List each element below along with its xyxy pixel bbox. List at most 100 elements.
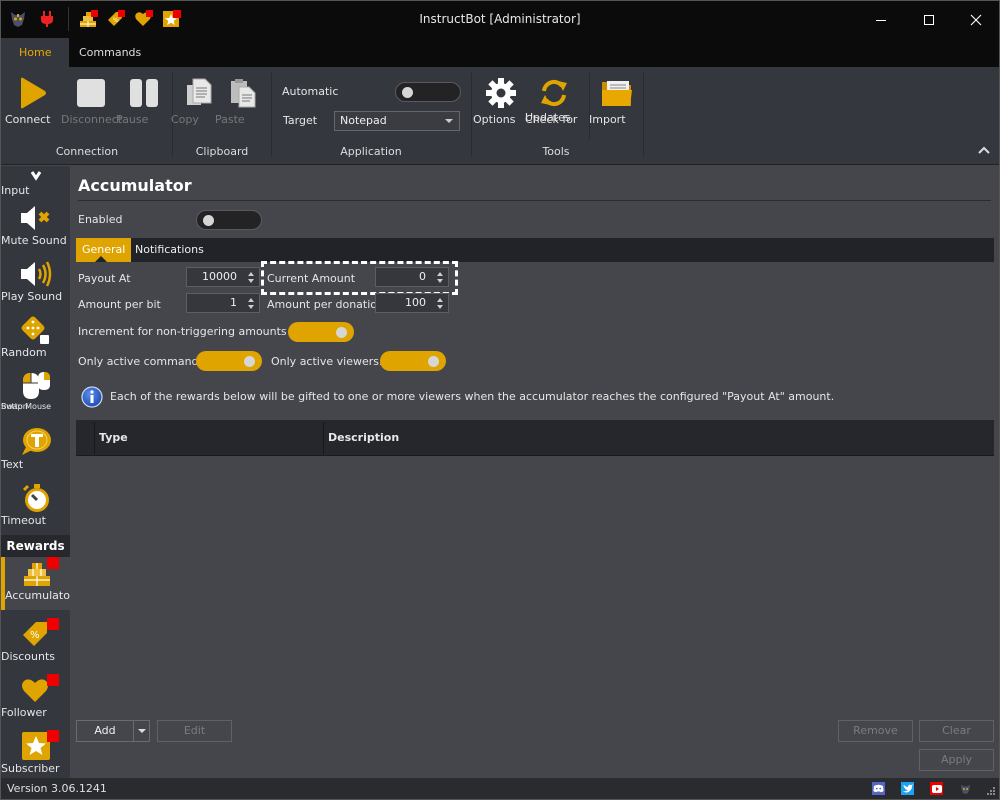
toggle-knob: [244, 355, 255, 367]
window-title: InstructBot [Administrator]: [419, 12, 581, 26]
text-bubble-icon: [21, 428, 51, 455]
sidebar-item-accumulator[interactable]: Accumulator: [1, 557, 70, 610]
increment-non-triggering-label: Increment for non-triggering amounts onl…: [78, 325, 314, 338]
options-button[interactable]: Options: [473, 75, 529, 126]
maximize-button[interactable]: [906, 1, 952, 38]
main-panel: Accumulator Enabled General Notification…: [70, 166, 999, 778]
spin-down-icon[interactable]: [437, 305, 443, 309]
paste-button[interactable]: Paste: [215, 75, 271, 126]
disconnect-button[interactable]: Disconnect: [61, 75, 122, 126]
only-active-viewers-toggle[interactable]: [380, 351, 446, 371]
sidebar-item-timeout[interactable]: Timeout: [1, 482, 70, 527]
sidebar-item-mute-sound[interactable]: Mute Sound: [1, 202, 70, 247]
new-badge: [47, 730, 59, 742]
target-label: Target: [283, 114, 318, 127]
play-sound-icon: [20, 261, 51, 287]
stopwatch-icon: [22, 484, 49, 512]
sidebar-item-random[interactable]: Random: [1, 314, 70, 359]
version-label: Version 3.06.1241: [7, 782, 107, 795]
column-header-type[interactable]: Type: [95, 420, 128, 456]
title-bar: % InstructBot [Administrator]: [1, 1, 999, 38]
spin-down-icon[interactable]: [248, 305, 254, 309]
play-icon: [21, 77, 46, 109]
amount-per-bit-label: Amount per bit: [78, 298, 161, 311]
info-icon: [81, 386, 103, 408]
only-active-viewers-label: Only active viewers.: [271, 355, 383, 368]
toggle-knob: [203, 215, 214, 226]
input-icon: [30, 171, 41, 181]
twitter-icon[interactable]: [901, 782, 914, 795]
payout-at-stepper[interactable]: 10000: [186, 267, 260, 287]
highlight-current-amount: [261, 261, 458, 295]
tab-notifications[interactable]: Notifications: [129, 238, 210, 262]
mute-sound-icon: [20, 206, 49, 230]
sidebar-item-input[interactable]: Input: [1, 166, 70, 197]
chevron-down-icon: [445, 119, 453, 123]
folder-icon: [602, 81, 632, 106]
status-bar: Version 3.06.1241: [1, 778, 999, 799]
stop-icon: [77, 79, 105, 107]
tab-home[interactable]: Home: [1, 38, 70, 67]
title-divider: [78, 200, 991, 201]
add-dropdown-button[interactable]: [133, 720, 150, 742]
toggle-knob: [336, 326, 347, 338]
sidebar-item-text[interactable]: Text: [1, 426, 70, 471]
check-updates-button[interactable]: Check for Updates: [525, 75, 583, 126]
group-label-application: Application: [340, 145, 402, 158]
tab-commands[interactable]: Commands: [61, 38, 159, 67]
ribbon-tab-bar: Home Commands: [1, 38, 999, 67]
rewards-grid-body[interactable]: [76, 457, 994, 707]
ribbon: Connect Disconnect Pause Connection Copy…: [1, 67, 999, 165]
settings-tabs: General Notifications: [76, 238, 994, 262]
sidebar-item-subscriber[interactable]: Subscriber: [1, 730, 70, 775]
add-button[interactable]: Add: [76, 720, 134, 742]
group-label-connection: Connection: [55, 145, 119, 158]
increment-non-triggering-toggle[interactable]: [288, 322, 354, 342]
collapse-ribbon-icon[interactable]: [977, 145, 991, 155]
spin-up-icon[interactable]: [248, 272, 254, 276]
new-badge: [47, 674, 59, 686]
svg-text:%: %: [30, 630, 40, 641]
only-active-commands-toggle[interactable]: [196, 351, 262, 371]
spin-up-icon[interactable]: [248, 298, 254, 302]
sidebar-item-play-sound[interactable]: Play Sound: [1, 258, 70, 303]
close-icon: [970, 14, 982, 25]
minimize-button[interactable]: [858, 1, 904, 38]
import-button[interactable]: Import: [589, 75, 645, 126]
discord-icon[interactable]: [872, 782, 885, 795]
info-text: Each of the rewards below will be gifted…: [110, 390, 835, 403]
close-button[interactable]: [953, 1, 999, 38]
group-separator: [643, 73, 644, 157]
spin-down-icon[interactable]: [248, 279, 254, 283]
sidebar-section-rewards: Rewards: [1, 535, 70, 557]
enabled-toggle[interactable]: [196, 210, 262, 230]
mouse-icon: [22, 372, 50, 399]
sidebar-item-swap-mouse-button[interactable]: Swap Mouse Button: [1, 370, 70, 411]
target-select-value: Notepad: [340, 114, 387, 127]
edit-button[interactable]: Edit: [157, 720, 232, 742]
pause-button[interactable]: Pause: [116, 75, 172, 126]
sidebar: Input Mute Sound Play Sound Random Swap …: [1, 166, 70, 778]
dice-icon: [21, 316, 49, 344]
amount-per-bit-stepper[interactable]: 1: [186, 293, 260, 313]
target-select[interactable]: Notepad: [334, 111, 460, 131]
remove-button[interactable]: Remove: [838, 720, 913, 742]
sidebar-item-discounts[interactable]: % Discounts: [1, 618, 70, 663]
paste-icon: [231, 79, 256, 108]
sidebar-item-follower[interactable]: Follower: [1, 674, 70, 719]
amount-per-donation-stepper[interactable]: 100: [375, 293, 449, 313]
spin-up-icon[interactable]: [437, 298, 443, 302]
clear-button[interactable]: Clear: [919, 720, 994, 742]
app-logo-icon[interactable]: [959, 782, 972, 795]
pause-icon: [130, 79, 158, 107]
youtube-icon[interactable]: [930, 782, 943, 795]
group-label-tools: Tools: [542, 145, 570, 158]
tab-general[interactable]: General: [76, 238, 132, 262]
column-header-description[interactable]: Description: [324, 420, 399, 456]
automatic-toggle[interactable]: [395, 82, 461, 102]
resize-grip-icon[interactable]: [986, 786, 996, 796]
connect-button[interactable]: Connect: [5, 75, 61, 126]
page-title: Accumulator: [78, 176, 192, 195]
toggle-knob: [402, 87, 413, 98]
apply-button[interactable]: Apply: [919, 749, 994, 771]
